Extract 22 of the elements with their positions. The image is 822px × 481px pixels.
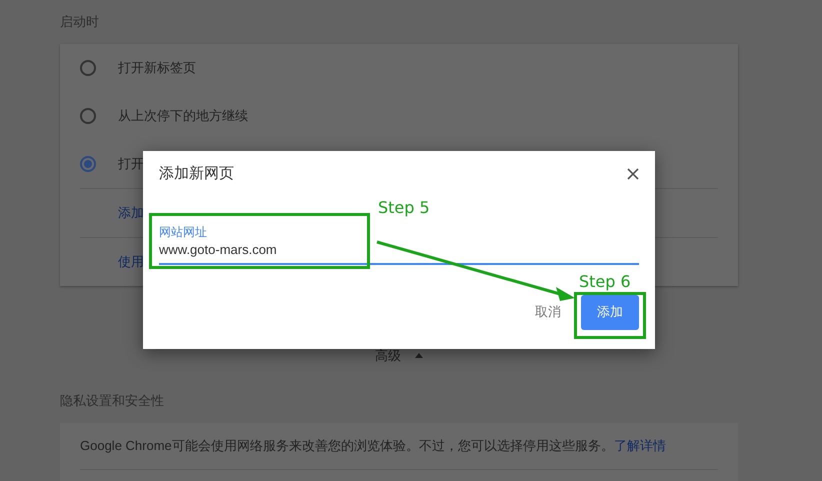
add-button[interactable]: 添加: [581, 294, 639, 330]
dialog-title: 添加新网页: [159, 164, 234, 184]
close-icon[interactable]: [627, 168, 639, 180]
option-label: 从上次停下的地方继续: [118, 106, 248, 125]
step-annotation: Step 6: [579, 271, 631, 293]
advanced-toggle[interactable]: 高级: [375, 346, 401, 365]
link[interactable]: 添加: [118, 202, 144, 222]
highlight-frame: [574, 292, 646, 339]
option-label: 打开: [118, 154, 144, 173]
learn-more-link[interactable]: 了解详情: [614, 438, 666, 453]
option-label: 打开新标签页: [118, 58, 196, 77]
radio-button[interactable]: [80, 156, 96, 172]
link[interactable]: 使用: [118, 252, 144, 272]
step-annotation: Step 5: [378, 197, 430, 219]
radio-button[interactable]: [80, 108, 96, 124]
field-label: 网站网址: [159, 224, 207, 240]
cancel-button[interactable]: 取消: [535, 294, 561, 330]
caret-up-icon[interactable]: [415, 352, 423, 358]
url-field[interactable]: 网站网址 www.goto-mars.com: [159, 224, 639, 264]
radio-button[interactable]: [80, 60, 96, 76]
field-value: www.goto-mars.com: [159, 240, 278, 259]
privacy-text: Google Chrome可能会使用网络服务来改善您的浏览体验。不过，您可以选择停用这些服务。了解详情: [80, 436, 666, 455]
